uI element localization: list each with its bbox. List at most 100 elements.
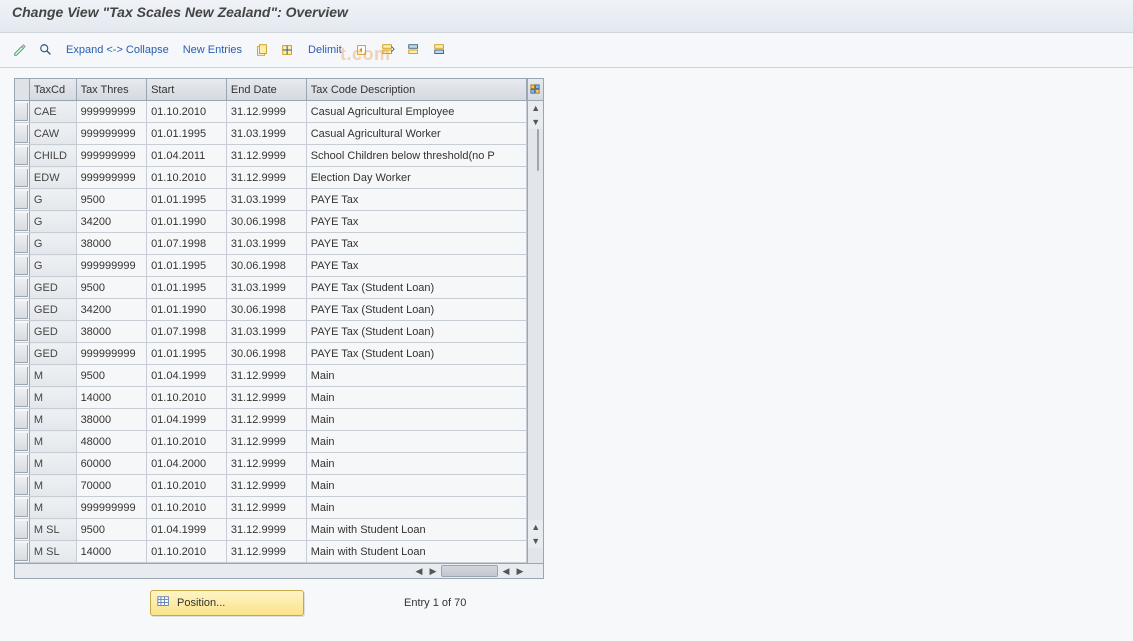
col-taxcd[interactable]: TaxCd — [29, 79, 76, 101]
cell-start[interactable]: 01.01.1990 — [147, 211, 227, 233]
scroll-up-arrow-icon[interactable]: ▲ — [528, 101, 543, 115]
col-taxthres[interactable]: Tax Thres — [76, 79, 147, 101]
cell-start[interactable]: 01.10.2010 — [147, 101, 227, 123]
cell-desc[interactable]: Main with Student Loan — [306, 541, 527, 563]
cell-taxcd[interactable]: M — [29, 453, 76, 475]
cell-taxthres[interactable]: 999999999 — [76, 101, 147, 123]
col-end[interactable]: End Date — [226, 79, 306, 101]
row-selector[interactable] — [15, 433, 28, 451]
cell-desc[interactable]: PAYE Tax (Student Loan) — [306, 343, 527, 365]
cell-taxcd[interactable]: M SL — [29, 519, 76, 541]
cell-taxcd[interactable]: M — [29, 475, 76, 497]
cell-end[interactable]: 31.03.1999 — [226, 277, 306, 299]
cell-end[interactable]: 31.12.9999 — [226, 453, 306, 475]
cell-end[interactable]: 30.06.1998 — [226, 343, 306, 365]
cell-taxthres[interactable]: 999999999 — [76, 497, 147, 519]
row-selector[interactable] — [15, 455, 28, 473]
row-selector[interactable] — [15, 301, 28, 319]
cell-taxthres[interactable]: 48000 — [76, 431, 147, 453]
cell-end[interactable]: 31.12.9999 — [226, 475, 306, 497]
cell-taxcd[interactable]: M — [29, 431, 76, 453]
cell-end[interactable]: 31.12.9999 — [226, 431, 306, 453]
cell-end[interactable]: 31.03.1999 — [226, 123, 306, 145]
row-selector[interactable] — [15, 411, 28, 429]
deselect-all-icon[interactable] — [430, 40, 450, 60]
cell-taxthres[interactable]: 9500 — [76, 189, 147, 211]
expand-collapse-button[interactable]: Expand <-> Collapse — [62, 42, 173, 58]
cell-end[interactable]: 31.12.9999 — [226, 497, 306, 519]
cell-start[interactable]: 01.07.1998 — [147, 321, 227, 343]
cell-taxthres[interactable]: 9500 — [76, 365, 147, 387]
row-selector[interactable] — [15, 235, 28, 253]
row-selector[interactable] — [15, 521, 28, 539]
hscroll-first-icon[interactable]: ◀ — [412, 564, 426, 578]
cell-start[interactable]: 01.01.1995 — [147, 123, 227, 145]
cell-desc[interactable]: PAYE Tax — [306, 211, 527, 233]
cell-taxthres[interactable]: 38000 — [76, 233, 147, 255]
cell-desc[interactable]: PAYE Tax — [306, 189, 527, 211]
cell-desc[interactable]: PAYE Tax (Student Loan) — [306, 277, 527, 299]
cell-taxcd[interactable]: G — [29, 211, 76, 233]
cell-taxthres[interactable]: 34200 — [76, 211, 147, 233]
copy-as-icon[interactable] — [252, 40, 272, 60]
cell-start[interactable]: 01.04.1999 — [147, 519, 227, 541]
cell-taxthres[interactable]: 9500 — [76, 519, 147, 541]
cell-end[interactable]: 31.12.9999 — [226, 409, 306, 431]
cell-end[interactable]: 31.12.9999 — [226, 541, 306, 563]
cell-start[interactable]: 01.10.2010 — [147, 541, 227, 563]
hscroll-last-icon[interactable]: ▶ — [513, 564, 527, 578]
cell-taxthres[interactable]: 14000 — [76, 541, 147, 563]
cell-taxthres[interactable]: 999999999 — [76, 145, 147, 167]
cell-taxcd[interactable]: M — [29, 409, 76, 431]
hscroll-left-icon[interactable]: ▶ — [426, 564, 440, 578]
select-block-icon[interactable] — [404, 40, 424, 60]
cell-start[interactable]: 01.01.1995 — [147, 255, 227, 277]
undo-change-icon[interactable] — [352, 40, 372, 60]
cell-taxcd[interactable]: M — [29, 365, 76, 387]
cell-taxcd[interactable]: GED — [29, 343, 76, 365]
row-selector[interactable] — [15, 389, 28, 407]
row-selector[interactable] — [15, 257, 28, 275]
cell-taxthres[interactable]: 999999999 — [76, 167, 147, 189]
scroll-line-up-icon[interactable]: ▼ — [528, 115, 543, 129]
cell-start[interactable]: 01.01.1995 — [147, 189, 227, 211]
row-selector[interactable] — [15, 279, 28, 297]
cell-desc[interactable]: Casual Agricultural Worker — [306, 123, 527, 145]
row-selector[interactable] — [15, 103, 28, 121]
cell-start[interactable]: 01.10.2010 — [147, 475, 227, 497]
cell-desc[interactable]: PAYE Tax — [306, 255, 527, 277]
cell-end[interactable]: 30.06.1998 — [226, 255, 306, 277]
cell-desc[interactable]: Main — [306, 409, 527, 431]
cell-start[interactable]: 01.10.2010 — [147, 167, 227, 189]
vscroll-thumb[interactable] — [537, 129, 539, 171]
cell-taxcd[interactable]: G — [29, 233, 76, 255]
cell-taxcd[interactable]: M — [29, 497, 76, 519]
cell-taxcd[interactable]: G — [29, 189, 76, 211]
toggle-display-icon[interactable] — [10, 40, 30, 60]
cell-start[interactable]: 01.07.1998 — [147, 233, 227, 255]
cell-desc[interactable]: PAYE Tax (Student Loan) — [306, 321, 527, 343]
cell-start[interactable]: 01.10.2010 — [147, 431, 227, 453]
cell-end[interactable]: 31.03.1999 — [226, 189, 306, 211]
cell-taxcd[interactable]: GED — [29, 277, 76, 299]
cell-start[interactable]: 01.01.1990 — [147, 299, 227, 321]
select-all-icon[interactable] — [378, 40, 398, 60]
cell-taxthres[interactable]: 9500 — [76, 277, 147, 299]
other-entry-icon[interactable] — [36, 40, 56, 60]
hscroll-right-icon[interactable]: ◀ — [499, 564, 513, 578]
cell-start[interactable]: 01.04.1999 — [147, 409, 227, 431]
row-selector[interactable] — [15, 125, 28, 143]
cell-desc[interactable]: PAYE Tax — [306, 233, 527, 255]
cell-taxthres[interactable]: 999999999 — [76, 255, 147, 277]
delete-icon[interactable] — [278, 40, 298, 60]
col-start[interactable]: Start — [147, 79, 227, 101]
cell-start[interactable]: 01.04.2011 — [147, 145, 227, 167]
cell-taxcd[interactable]: CHILD — [29, 145, 76, 167]
new-entries-button[interactable]: New Entries — [179, 42, 246, 58]
cell-taxthres[interactable]: 14000 — [76, 387, 147, 409]
cell-taxthres[interactable]: 34200 — [76, 299, 147, 321]
cell-taxthres[interactable]: 60000 — [76, 453, 147, 475]
cell-end[interactable]: 30.06.1998 — [226, 299, 306, 321]
cell-start[interactable]: 01.04.1999 — [147, 365, 227, 387]
cell-end[interactable]: 31.03.1999 — [226, 233, 306, 255]
